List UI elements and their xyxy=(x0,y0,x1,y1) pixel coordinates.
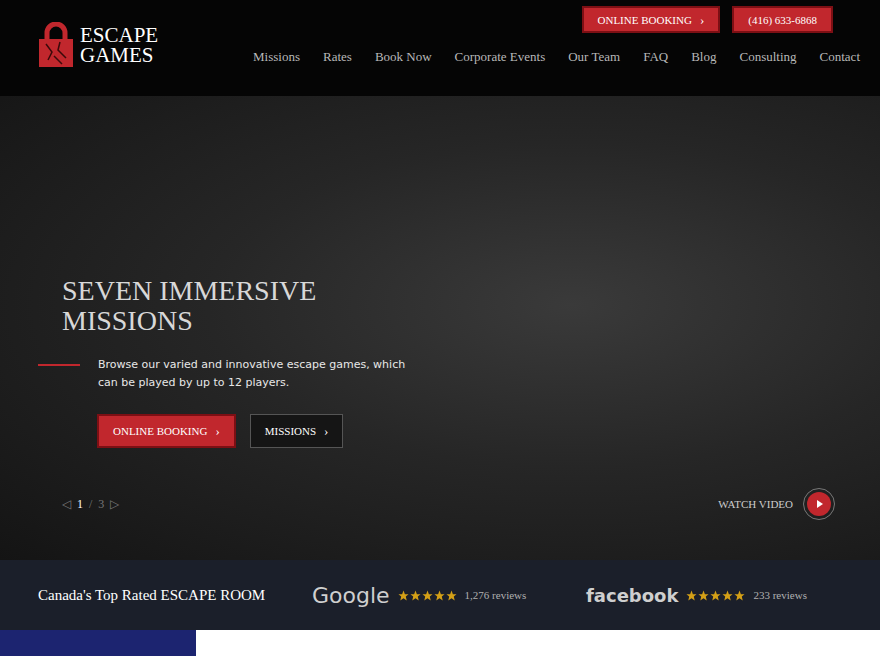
below-section xyxy=(0,630,880,656)
hero-button[interactable]: MISSIONS› xyxy=(250,414,344,448)
star-icon xyxy=(734,590,745,601)
top-button[interactable]: (416) 633-6868 xyxy=(732,6,833,33)
slider-pager: ◁1/3▷ xyxy=(62,497,119,512)
top-button[interactable]: ONLINE BOOKING› xyxy=(582,6,721,33)
nav-item[interactable]: Contact xyxy=(820,49,860,65)
star-icon xyxy=(710,590,721,601)
star-icon xyxy=(698,590,709,601)
nav-item[interactable]: FAQ xyxy=(643,49,668,65)
page: ESCAPEGAMES ONLINE BOOKING› (416) 633-6868… xyxy=(0,0,880,656)
nav-item[interactable]: Our Team xyxy=(568,49,620,65)
reviews-bar: Canada's Top Rated ESCAPE ROOMGoogle1,27… xyxy=(0,560,880,630)
nav-item[interactable]: Consulting xyxy=(739,49,796,65)
nav-item[interactable]: Book Now xyxy=(375,49,432,65)
section-photo xyxy=(0,630,196,656)
logo-line: GAMES xyxy=(80,45,158,65)
hero: SEVEN IMMERSIVE MISSIONS Browse our varie… xyxy=(0,96,880,560)
prev-button[interactable]: ◁ xyxy=(62,497,71,512)
review-source[interactable]: facebook233 reviews xyxy=(586,585,860,606)
nav-item[interactable]: Blog xyxy=(691,49,716,65)
nav-item[interactable]: Rates xyxy=(323,49,352,65)
star-icon xyxy=(422,590,433,601)
nav-item[interactable]: Corporate Events xyxy=(455,49,546,65)
star-rating xyxy=(686,590,745,601)
tagline: Canada's Top Rated ESCAPE ROOM xyxy=(38,587,312,604)
hero-description: Browse our varied and innovative escape … xyxy=(98,356,428,392)
star-icon xyxy=(410,590,421,601)
star-icon xyxy=(686,590,697,601)
main-nav: Missions Rates Book Now Corporate Events Our… xyxy=(253,49,860,65)
star-icon xyxy=(722,590,733,601)
header: ESCAPEGAMES ONLINE BOOKING› (416) 633-6868… xyxy=(0,0,880,96)
watch-video[interactable]: WATCH VIDEO xyxy=(718,488,835,520)
hero-button[interactable]: ONLINE BOOKING› xyxy=(97,414,236,448)
review-source[interactable]: Google1,276 reviews xyxy=(312,583,586,608)
star-icon xyxy=(446,590,457,601)
hero-title: SEVEN IMMERSIVE MISSIONS xyxy=(62,276,362,336)
star-rating xyxy=(398,590,457,601)
play-icon xyxy=(807,492,831,516)
logo[interactable]: ESCAPEGAMES xyxy=(38,0,158,96)
star-icon xyxy=(434,590,445,601)
logo-line: ESCAPE xyxy=(80,25,158,45)
nav-item[interactable]: Missions xyxy=(253,49,300,65)
next-button[interactable]: ▷ xyxy=(110,497,119,512)
lock-icon xyxy=(38,22,74,68)
accent-line xyxy=(38,364,80,366)
star-icon xyxy=(398,590,409,601)
